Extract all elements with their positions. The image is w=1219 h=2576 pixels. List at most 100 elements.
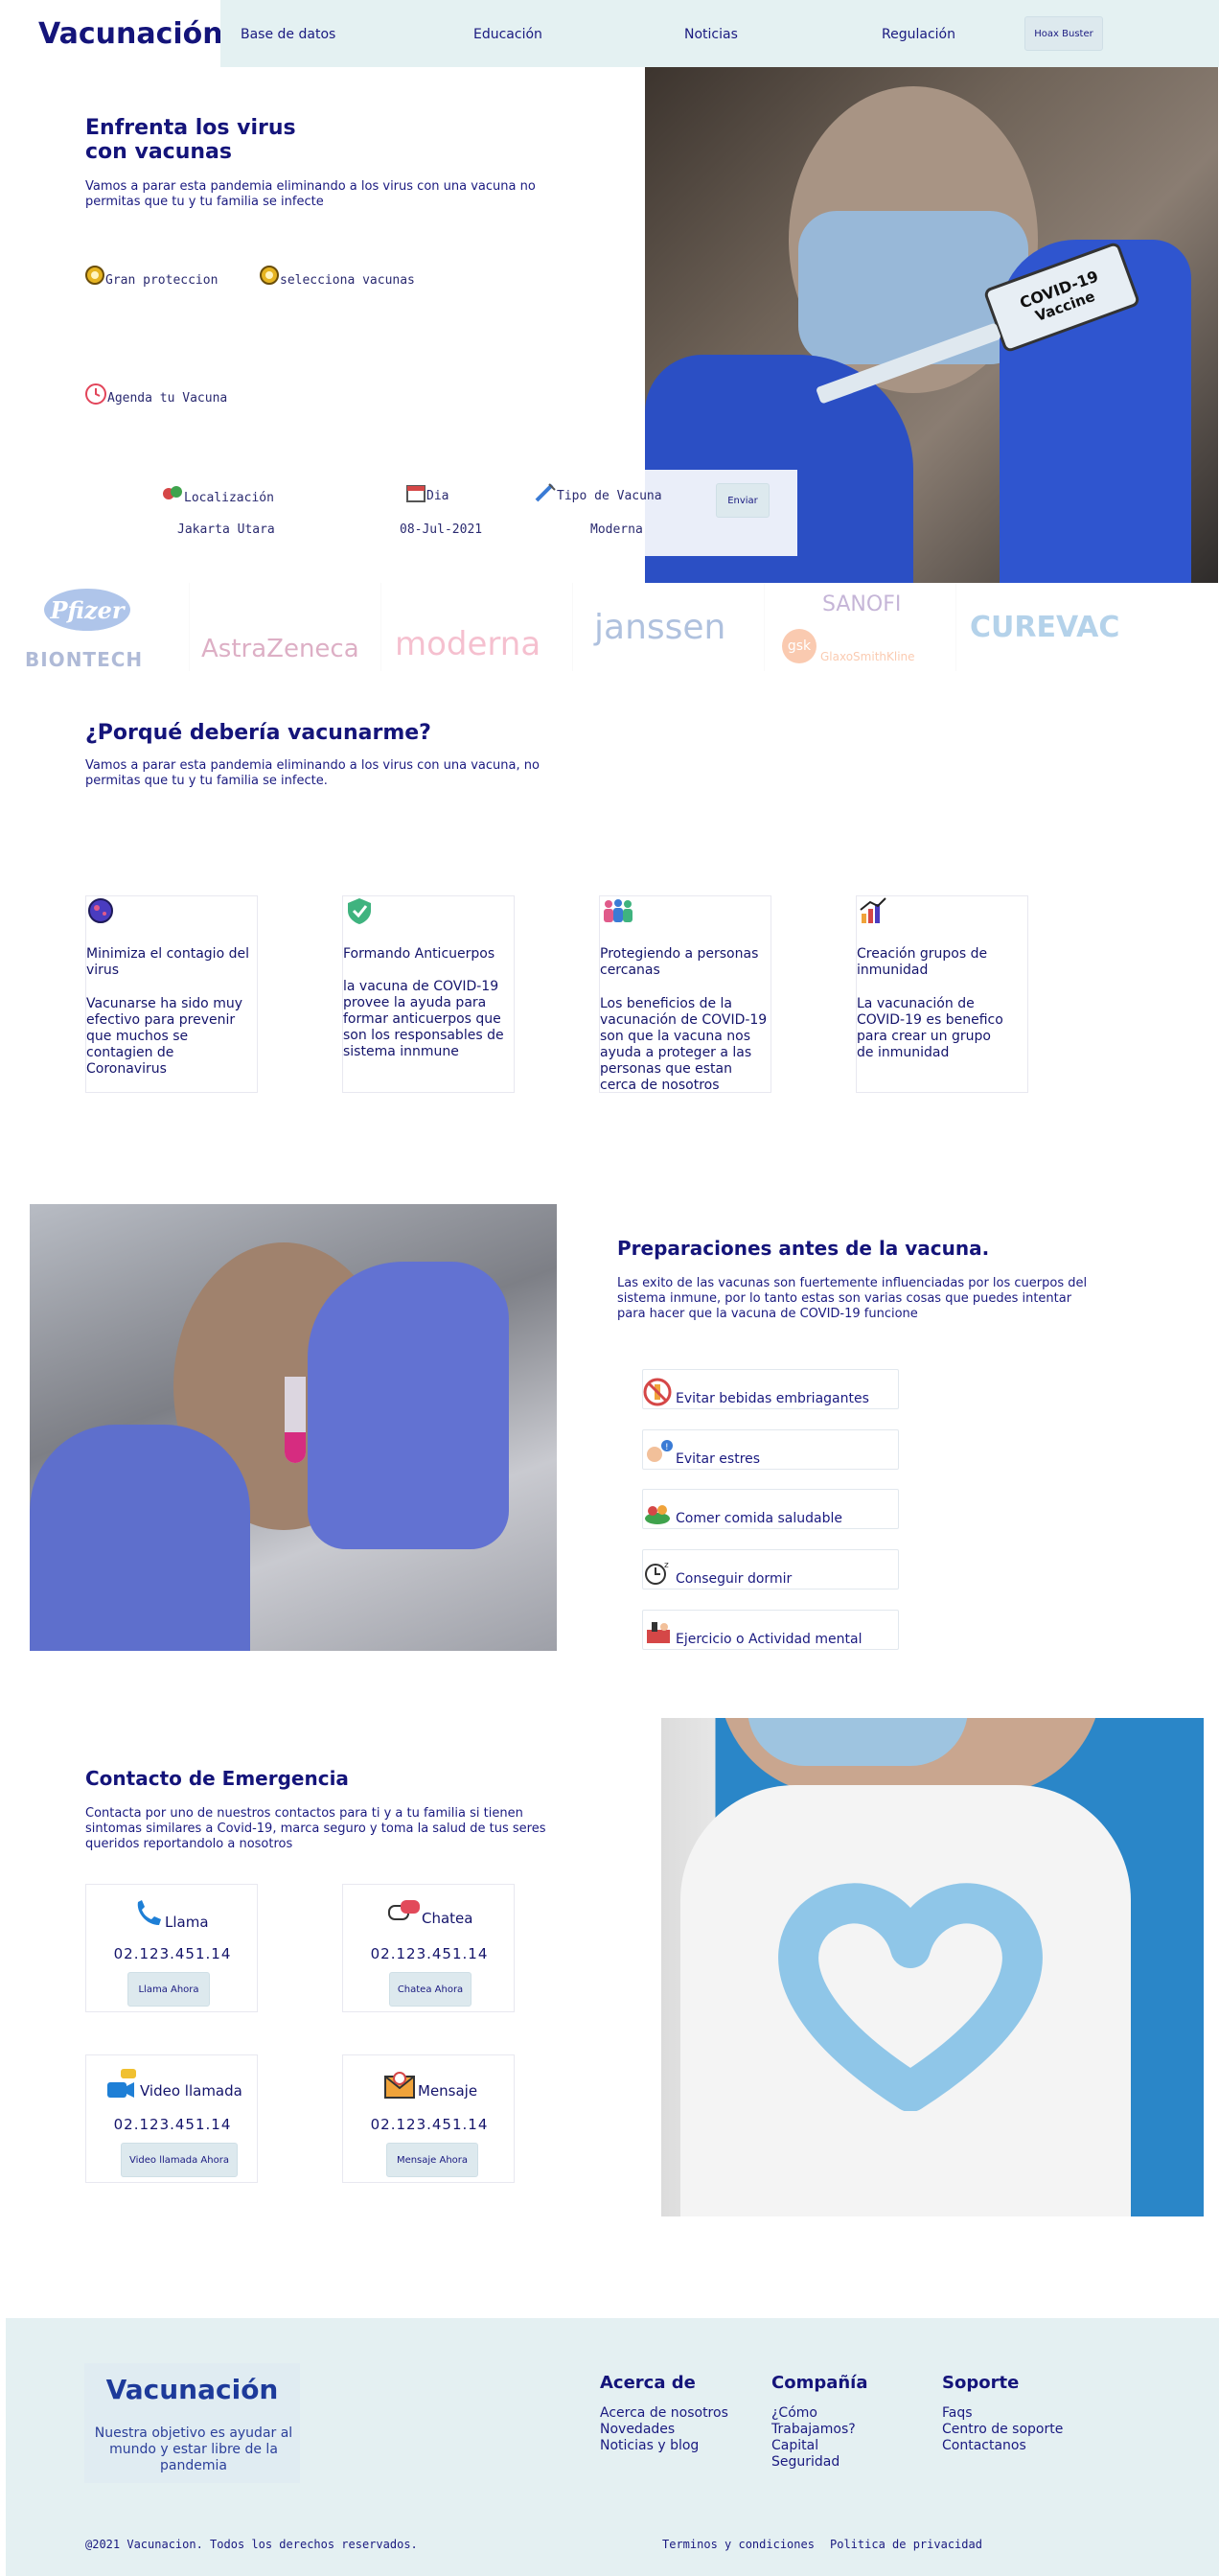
footer-link[interactable]: Seguridad bbox=[771, 2454, 868, 2471]
benefit-title: Protegiendo a personas cercanas bbox=[600, 946, 759, 978]
privacy-link[interactable]: Politica de privacidad bbox=[830, 2538, 982, 2551]
footer-link[interactable]: Faqs bbox=[942, 2405, 1063, 2422]
shield-check-icon bbox=[348, 898, 371, 924]
footer-link[interactable]: ¿Cómo bbox=[771, 2405, 868, 2422]
location-value[interactable]: Jakarta Utara bbox=[177, 522, 275, 537]
contact-number: 02.123.451.14 bbox=[370, 1945, 489, 1962]
contact-card-message: Mensaje 02.123.451.14 Mensaje Ahora bbox=[342, 2054, 515, 2183]
benefit-title: Formando Anticuerpos bbox=[343, 946, 495, 962]
sleep-icon: z bbox=[645, 1561, 669, 1585]
benefit-body: la vacuna de COVID-19 provee la ayuda pa… bbox=[343, 979, 504, 1059]
nav-noticias[interactable]: Noticias bbox=[684, 27, 738, 42]
footer-col-acerca: Acerca de Acerca de nosotros Novedades N… bbox=[600, 2373, 728, 2454]
medal-icon bbox=[85, 266, 104, 285]
message-now-button[interactable]: Mensaje Ahora bbox=[386, 2143, 478, 2177]
type-value[interactable]: Moderna bbox=[590, 522, 643, 537]
brand-logo-sanofi-gsk: SANOFI gsk GlaxoSmithKline bbox=[765, 583, 956, 671]
syringe-icon bbox=[535, 483, 556, 502]
footer-link[interactable]: Capital bbox=[771, 2438, 868, 2454]
family-icon bbox=[604, 899, 632, 922]
mask-shape bbox=[748, 1718, 968, 1766]
footer-col-title: Soporte bbox=[942, 2373, 1020, 2393]
contact-description: Contacta por uno de nuestros contactos p… bbox=[85, 1806, 546, 1851]
contact-card-video: Video llamada 02.123.451.14 Video llamad… bbox=[85, 2054, 258, 2183]
healthy-food-icon bbox=[645, 1505, 670, 1524]
prep-description: Las exito de las vacunas son fuertemente… bbox=[617, 1276, 1088, 1321]
footer-col-title: Compañía bbox=[771, 2373, 868, 2393]
badge-label: Gran proteccion bbox=[105, 273, 218, 288]
brand-logo-janssen: janssen bbox=[573, 583, 765, 671]
contact-card-header: Chatea bbox=[387, 1898, 472, 1927]
calendar-icon bbox=[406, 485, 426, 502]
day-value[interactable]: 08-Jul-2021 bbox=[400, 522, 482, 537]
hero-description: Vamos a parar esta pandemia eliminando a… bbox=[85, 179, 536, 209]
benefit-body: Vacunarse ha sido muy efectivo para prev… bbox=[86, 996, 242, 1077]
footer-link[interactable]: Acerca de nosotros bbox=[600, 2405, 728, 2422]
hoax-buster-button[interactable]: Hoax Buster bbox=[1024, 16, 1103, 51]
prep-item: Ejercicio o Actividad mental bbox=[642, 1610, 899, 1650]
contact-number: 02.123.451.14 bbox=[370, 2116, 489, 2133]
envelope-icon bbox=[384, 2072, 415, 2099]
nav-base-de-datos[interactable]: Base de datos bbox=[241, 27, 335, 42]
footer-link[interactable]: Contactanos bbox=[942, 2438, 1063, 2454]
svg-text:!: ! bbox=[665, 1443, 669, 1452]
schedule-link[interactable]: Agenda tu Vacuna bbox=[84, 383, 227, 406]
chat-icon bbox=[388, 1900, 420, 1920]
stress-icon: ! bbox=[647, 1440, 673, 1462]
footer-link[interactable]: Novedades bbox=[600, 2422, 728, 2438]
submit-button[interactable]: Enviar bbox=[716, 483, 770, 518]
benefit-card: Minimiza el contagio del virus Vacunarse… bbox=[85, 895, 258, 1093]
exercise-icon bbox=[647, 1622, 670, 1643]
contact-card-header: Llama bbox=[132, 1898, 209, 1931]
prep-item: ! Evitar estres bbox=[642, 1429, 899, 1470]
footer-brand[interactable]: Vacunación bbox=[84, 2374, 300, 2405]
phone-icon bbox=[137, 1900, 161, 1925]
call-now-button[interactable]: Llama Ahora bbox=[127, 1972, 210, 2007]
badge-gran-proteccion: Gran proteccion bbox=[84, 265, 218, 288]
benefit-title: Minimiza el contagio del virus bbox=[86, 946, 249, 978]
benefit-card: Formando Anticuerpos la vacuna de COVID-… bbox=[342, 895, 515, 1093]
test-tube-liquid bbox=[285, 1432, 306, 1463]
growth-chart-icon bbox=[860, 897, 886, 923]
schedule-label: Agenda tu Vacuna bbox=[107, 391, 228, 406]
brand-logo-moderna: moderna bbox=[381, 583, 573, 671]
footer-link[interactable]: Trabajamos? bbox=[771, 2422, 868, 2438]
badge-selecciona-vacunas: selecciona vacunas bbox=[259, 265, 415, 288]
terms-link[interactable]: Terminos y condiciones bbox=[662, 2538, 815, 2551]
footer-col-title: Acerca de bbox=[600, 2373, 696, 2393]
contact-card-call: Llama 02.123.451.14 Llama Ahora bbox=[85, 1884, 258, 2012]
contact-card-chat: Chatea 02.123.451.14 Chatea Ahora bbox=[342, 1884, 515, 2012]
day-label: Dia bbox=[405, 482, 448, 503]
brand-logo-astrazeneca: AstraZeneca bbox=[190, 583, 381, 671]
prep-title: Preparaciones antes de la vacuna. bbox=[617, 1237, 990, 1260]
footer-copyright: @2021 Vacunacion. Todos los derechos res… bbox=[85, 2538, 418, 2551]
badge-label: selecciona vacunas bbox=[280, 273, 415, 288]
no-alcohol-icon bbox=[643, 1378, 672, 1406]
location-pin-icon bbox=[163, 486, 182, 499]
brand-logo-pfizer: Pfizer BIONTECH bbox=[6, 583, 190, 671]
footer-col-soporte: Soporte Faqs Centro de soporte Contactan… bbox=[942, 2373, 1063, 2454]
hero-title-line1: Enfrenta los virus bbox=[85, 116, 296, 140]
video-call-now-button[interactable]: Video llamada Ahora bbox=[121, 2143, 238, 2177]
contact-number: 02.123.451.14 bbox=[113, 1945, 232, 1962]
footer-tagline: Nuestra objetivo es ayudar al mundo y es… bbox=[94, 2425, 293, 2473]
glove-right-shape bbox=[308, 1262, 509, 1549]
nav-educacion[interactable]: Educación bbox=[473, 27, 542, 42]
nav-regulacion[interactable]: Regulación bbox=[882, 27, 955, 42]
why-title: ¿Porqué debería vacunarme? bbox=[85, 721, 431, 745]
benefit-body: La vacunación de COVID-19 es benefico pa… bbox=[857, 996, 1003, 1060]
brand-logo-curevac: CUREVAC bbox=[970, 610, 1120, 644]
type-label: Tipo de Vacuna bbox=[534, 482, 662, 503]
benefit-title: Creación grupos de inmunidad bbox=[857, 946, 988, 978]
brand-logo[interactable]: Vacunación bbox=[38, 17, 223, 51]
brand-strip: Pfizer BIONTECH AstraZeneca moderna jans… bbox=[6, 583, 1146, 671]
chat-now-button[interactable]: Chatea Ahora bbox=[389, 1972, 472, 2007]
footer-link[interactable]: Centro de soporte bbox=[942, 2422, 1063, 2438]
footer-link[interactable]: Noticias y blog bbox=[600, 2438, 728, 2454]
lab-image bbox=[30, 1204, 557, 1651]
contact-title: Contacto de Emergencia bbox=[85, 1767, 349, 1790]
heart-hands-image bbox=[661, 1718, 1204, 2216]
contact-number: 02.123.451.14 bbox=[113, 2116, 232, 2133]
heart-hands-shape bbox=[778, 1883, 1043, 2111]
hero-title-line2: con vacunas bbox=[85, 140, 232, 164]
